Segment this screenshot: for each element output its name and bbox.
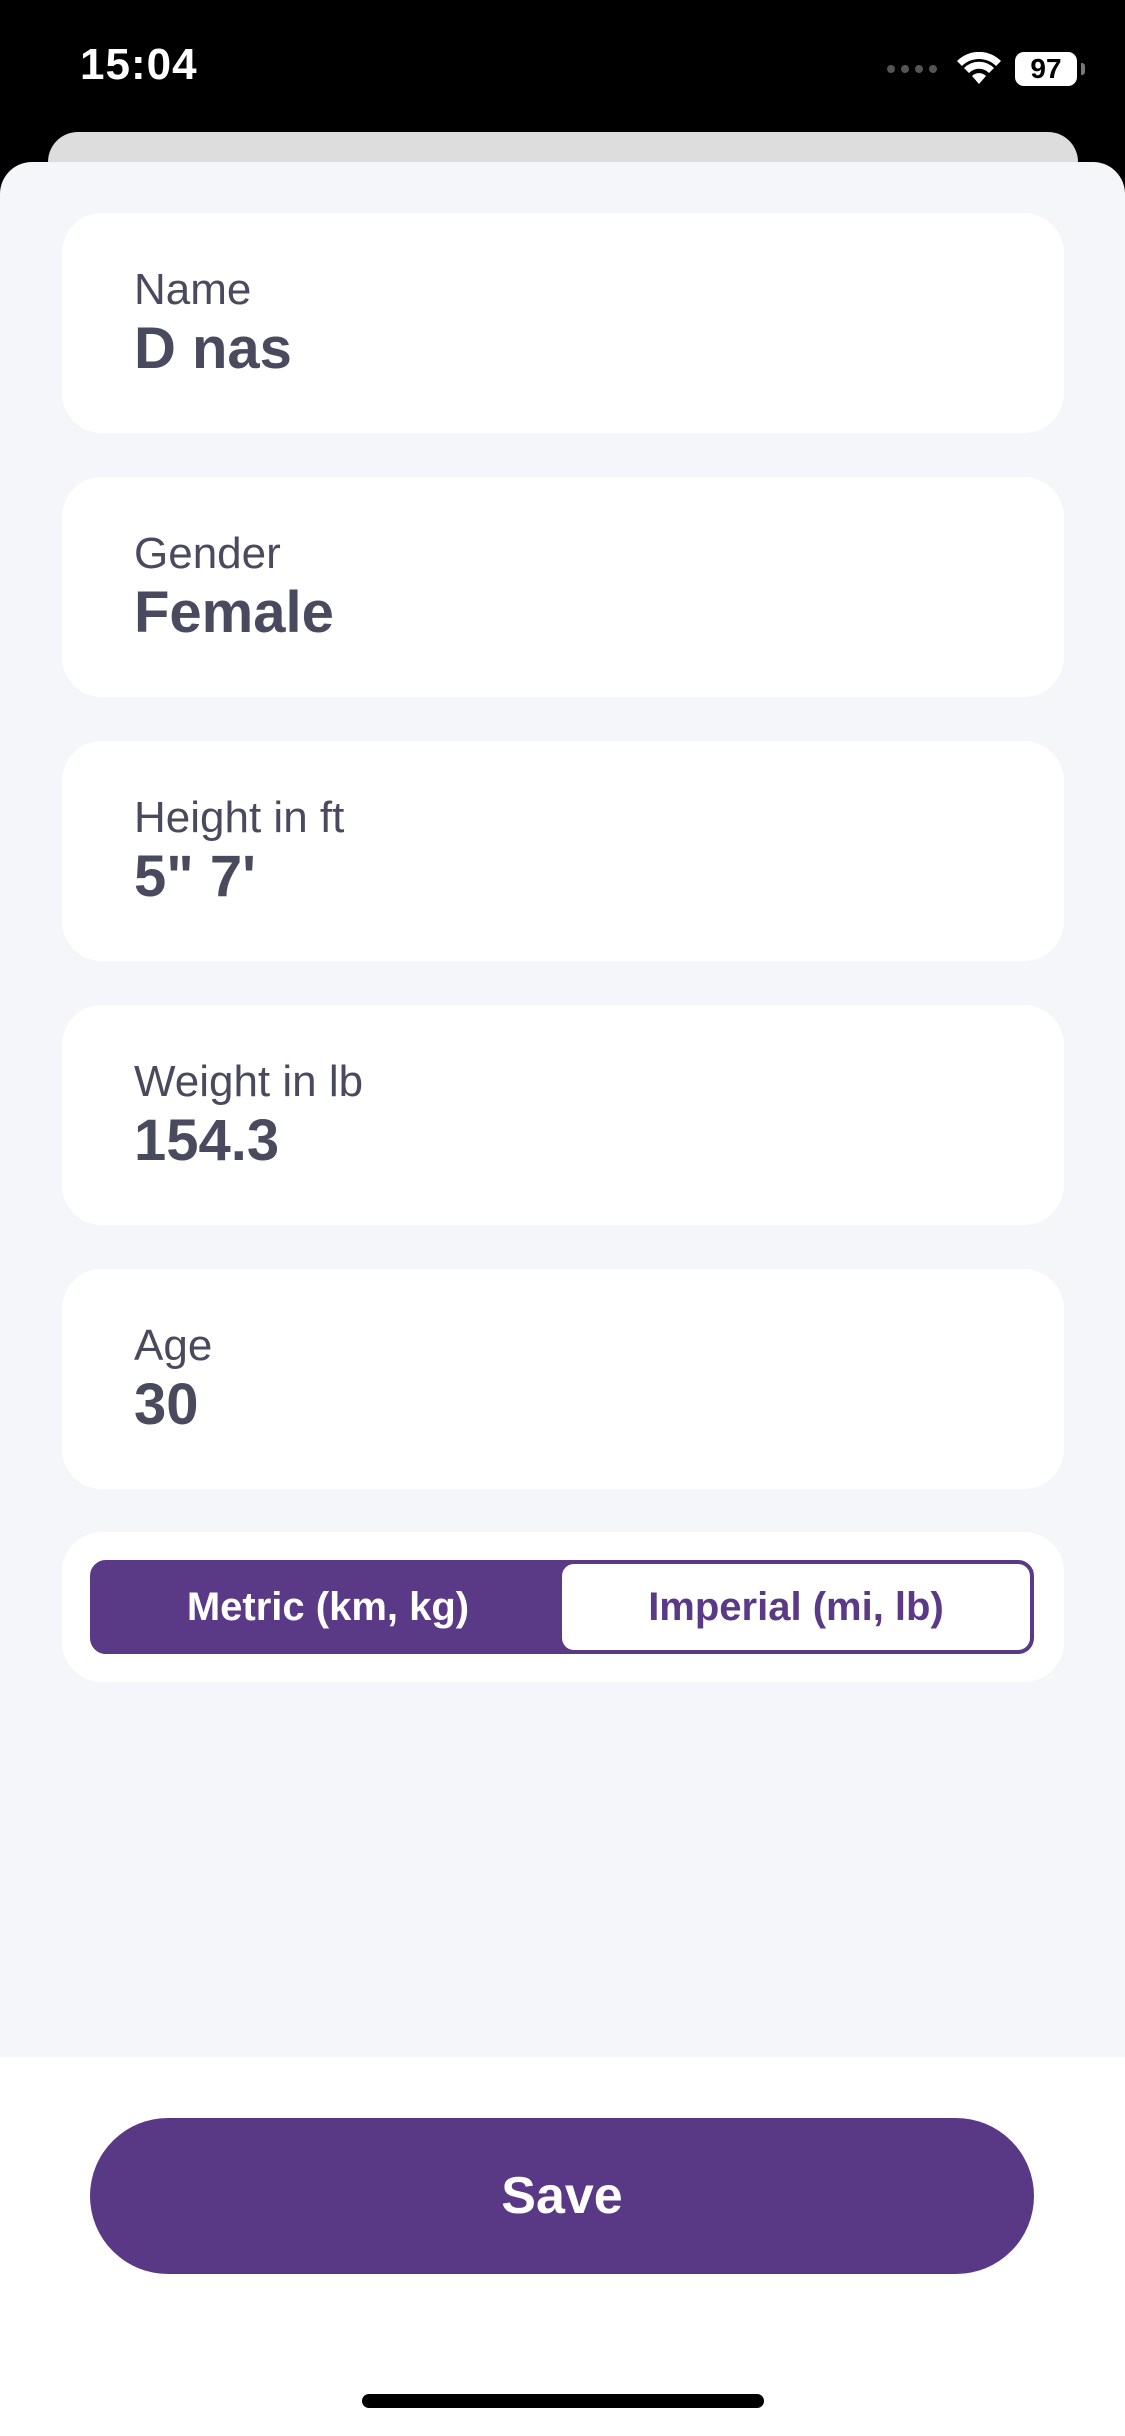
imperial-option[interactable]: Imperial (mi, lb) <box>562 1564 1030 1650</box>
weight-value: 154.3 <box>134 1108 280 1173</box>
battery-tip <box>1081 63 1085 75</box>
height-label: Height in ft <box>134 793 345 842</box>
weight-field[interactable]: Weight in lb 154.3 <box>62 1005 1064 1225</box>
weight-label: Weight in lb <box>134 1057 364 1106</box>
metric-option[interactable]: Metric (km, kg) <box>94 1564 562 1650</box>
footer: Save <box>0 2057 1125 2436</box>
height-value: 5" 7' <box>134 844 256 909</box>
age-value: 30 <box>134 1372 199 1437</box>
age-label: Age <box>134 1321 213 1370</box>
home-indicator[interactable] <box>362 2394 764 2408</box>
gender-value: Female <box>134 580 334 645</box>
gender-label: Gender <box>134 529 281 578</box>
cellular-signal-icon <box>887 65 937 73</box>
battery-level: 97 <box>1030 53 1062 84</box>
age-field[interactable]: Age 30 <box>62 1269 1064 1489</box>
units-card: Metric (km, kg) Imperial (mi, lb) <box>62 1532 1064 1682</box>
save-button[interactable]: Save <box>90 2118 1034 2274</box>
height-field[interactable]: Height in ft 5" 7' <box>62 741 1064 961</box>
status-indicators: 97 <box>887 48 1085 90</box>
units-toggle: Metric (km, kg) Imperial (mi, lb) <box>90 1560 1034 1654</box>
status-time: 15:04 <box>80 40 198 89</box>
screen: 15:04 97 Name D nas Gender Female Height… <box>0 0 1125 2436</box>
name-label: Name <box>134 265 252 314</box>
gender-field[interactable]: Gender Female <box>62 477 1064 697</box>
name-field[interactable]: Name D nas <box>62 213 1064 433</box>
status-bar: 15:04 97 <box>0 0 1125 140</box>
name-value: D nas <box>134 316 292 381</box>
wifi-icon <box>957 52 1001 86</box>
battery-icon: 97 <box>1015 52 1077 86</box>
